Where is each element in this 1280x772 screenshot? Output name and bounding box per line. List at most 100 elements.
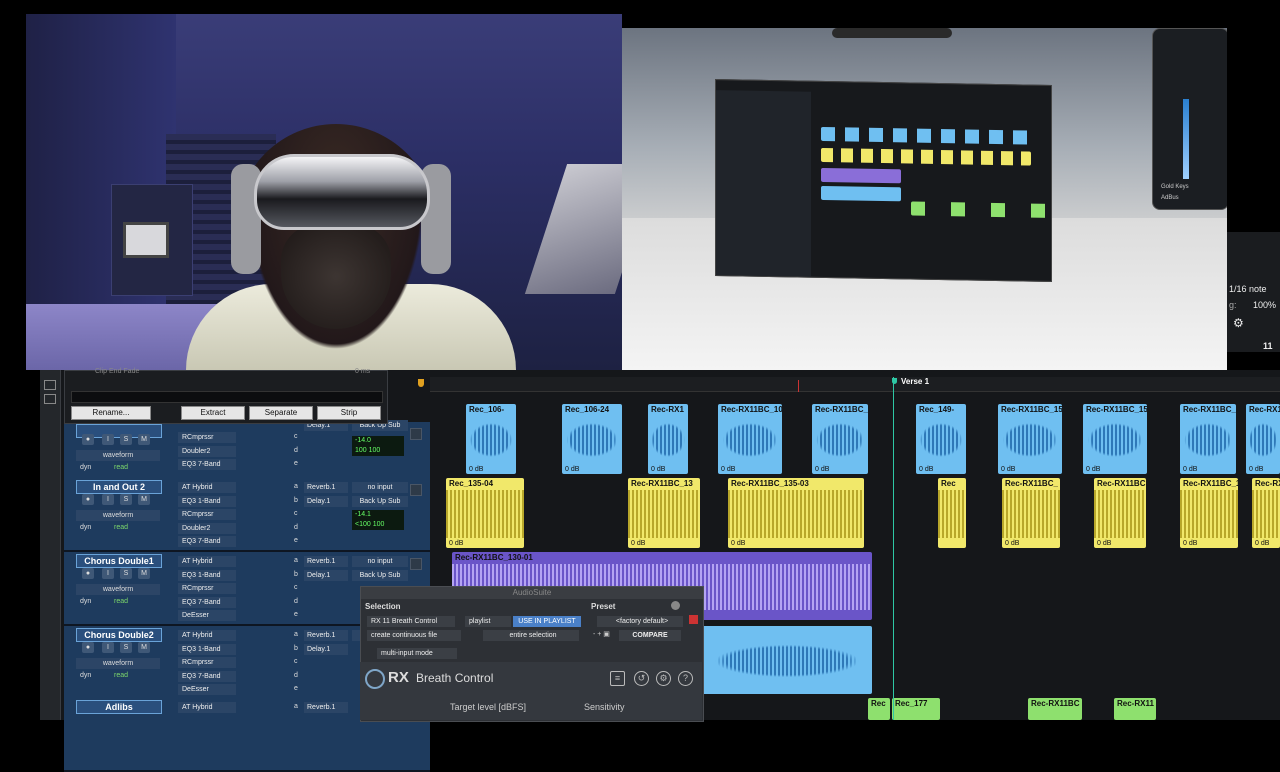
plugin-select[interactable]: RX 11 Breath Control bbox=[367, 616, 455, 627]
insert-slot[interactable]: AT Hybrid bbox=[178, 630, 236, 641]
automation-mode[interactable]: read bbox=[114, 672, 128, 679]
track-icon[interactable] bbox=[410, 484, 422, 496]
grid-value[interactable]: 1/16 note bbox=[1229, 284, 1267, 294]
audio-clip[interactable]: Rec-RX1 0 dB bbox=[1252, 478, 1280, 548]
automation-mode[interactable]: read bbox=[114, 464, 128, 471]
audio-clip[interactable]: Rec-RX11 bbox=[1114, 698, 1156, 720]
volume-display[interactable]: -14.0 100 100 bbox=[352, 436, 404, 456]
track-button-s[interactable]: S bbox=[120, 568, 132, 579]
audio-clip[interactable]: Rec_106- 0 dB bbox=[466, 404, 516, 474]
audio-clip[interactable]: Rec-RX11BC_1 0 dB bbox=[1180, 404, 1236, 474]
track-view-select[interactable]: waveform bbox=[76, 658, 160, 669]
insert-slot[interactable]: EQ3 7-Band bbox=[178, 596, 236, 608]
track-button-m[interactable]: M bbox=[138, 642, 150, 653]
track-view-select[interactable]: waveform bbox=[76, 584, 160, 595]
stop-icon[interactable] bbox=[689, 615, 698, 624]
gear-icon[interactable]: ⚙ bbox=[1233, 316, 1244, 330]
track-icon[interactable] bbox=[410, 558, 422, 570]
insert-slot[interactable]: EQ3 7-Band bbox=[178, 670, 236, 682]
record-button[interactable]: ● bbox=[82, 568, 94, 579]
track-button-s[interactable]: S bbox=[120, 434, 132, 445]
audio-clip[interactable]: Rec-RX11BC_15 0 dB bbox=[998, 404, 1062, 474]
audio-clip[interactable] bbox=[702, 626, 872, 694]
track-button-s[interactable]: S bbox=[120, 642, 132, 653]
gear-icon[interactable]: ⚙ bbox=[656, 671, 671, 686]
help-icon[interactable]: ? bbox=[678, 671, 693, 686]
audio-clip[interactable]: Rec_106-24 0 dB bbox=[562, 404, 622, 474]
audio-clip[interactable]: Rec-RX11BC 0 dB bbox=[1094, 478, 1146, 548]
record-button[interactable]: ● bbox=[82, 434, 94, 445]
extract-button[interactable]: Extract bbox=[181, 406, 245, 420]
audiosuite-title[interactable]: AudioSuite bbox=[361, 587, 703, 599]
history-icon[interactable]: ↺ bbox=[634, 671, 649, 686]
list-icon[interactable]: ≡ bbox=[610, 671, 625, 686]
automation-mode[interactable]: read bbox=[114, 598, 128, 605]
audio-clip[interactable]: Rec_177 bbox=[892, 698, 940, 720]
insert-slot[interactable]: AT Hybrid bbox=[178, 482, 236, 493]
send-slot[interactable]: Delay.1 bbox=[304, 496, 348, 507]
audio-clip[interactable]: Rec-RX11BC_15 0 dB bbox=[1083, 404, 1147, 474]
rename-button[interactable]: Rename... bbox=[71, 406, 151, 420]
track-name[interactable]: In and Out 2 bbox=[76, 480, 162, 494]
timeline-ruler[interactable]: Verse 1 bbox=[418, 377, 1280, 392]
insert-slot[interactable]: RCmprssr bbox=[178, 432, 236, 443]
insert-slot[interactable]: RCmprssr bbox=[178, 657, 236, 668]
track-button-i[interactable]: I bbox=[102, 494, 114, 505]
clip-name-field[interactable] bbox=[71, 391, 383, 403]
send-slot[interactable]: Reverb.1 bbox=[304, 630, 348, 641]
insert-slot[interactable]: EQ3 1-Band bbox=[178, 495, 236, 507]
send-slot[interactable]: Reverb.1 bbox=[304, 482, 348, 493]
send-slot[interactable]: Reverb.1 bbox=[304, 702, 348, 713]
audio-clip[interactable]: Rec-RX11BC_ 0 dB bbox=[1002, 478, 1060, 548]
strip-button[interactable]: Strip bbox=[317, 406, 381, 420]
audio-clip[interactable]: Rec-RX11BC_10 0 dB bbox=[718, 404, 782, 474]
scope-select[interactable]: entire selection bbox=[483, 630, 579, 641]
preset-controls-icon[interactable]: - + ▣ bbox=[593, 630, 615, 641]
insert-slot[interactable]: DeEsser bbox=[178, 684, 236, 695]
preset-select[interactable]: <factory default> bbox=[597, 616, 683, 627]
audio-clip[interactable]: Rec-RX11BC_ 0 dB bbox=[812, 404, 868, 474]
track-name[interactable]: Chorus Double2 bbox=[76, 628, 162, 642]
insert-slot[interactable]: AT Hybrid bbox=[178, 556, 236, 567]
close-icon[interactable] bbox=[671, 601, 680, 610]
send-slot[interactable]: Delay.1 bbox=[304, 570, 348, 581]
use-in-playlist-button[interactable]: USE IN PLAYLIST bbox=[513, 616, 581, 627]
audio-clip[interactable]: Rec-RX11BC_1 0 dB bbox=[1180, 478, 1238, 548]
insert-slot[interactable]: AT Hybrid bbox=[178, 702, 236, 713]
separate-button[interactable]: Separate bbox=[249, 406, 313, 420]
process-mode-select[interactable]: create continuous file bbox=[367, 630, 461, 641]
insert-slot[interactable]: EQ3 1-Band bbox=[178, 569, 236, 581]
insert-slot[interactable]: DeEsser bbox=[178, 610, 236, 621]
playlist-select[interactable]: playlist bbox=[465, 616, 511, 627]
insert-slot[interactable]: EQ3 1-Band bbox=[178, 643, 236, 655]
audio-clip[interactable]: Rec-RX11BC_135-03 0 dB bbox=[728, 478, 864, 548]
audio-clip[interactable]: Rec bbox=[938, 478, 966, 548]
track-button-m[interactable]: M bbox=[138, 568, 150, 579]
insert-slot[interactable]: EQ3 7-Band bbox=[178, 536, 236, 547]
insert-slot[interactable]: EQ3 7-Band bbox=[178, 459, 236, 470]
playhead-cursor[interactable] bbox=[893, 377, 894, 720]
io-select[interactable]: Back Up Sub bbox=[352, 496, 408, 507]
io-select[interactable]: Back Up Sub bbox=[352, 570, 408, 581]
track-button-m[interactable]: M bbox=[138, 434, 150, 445]
record-button[interactable]: ● bbox=[82, 494, 94, 505]
insert-slot[interactable]: Doubler2 bbox=[178, 445, 236, 457]
send-slot[interactable]: Delay.1 bbox=[304, 644, 348, 655]
volume-display[interactable]: -14.1 <100 100 bbox=[352, 510, 404, 530]
insert-slot[interactable]: RCmprssr bbox=[178, 509, 236, 520]
edit-cursor[interactable] bbox=[798, 380, 799, 392]
audio-clip[interactable]: Rec-RX1 0 dB bbox=[648, 404, 688, 474]
automation-mode[interactable]: read bbox=[114, 524, 128, 531]
track-name[interactable]: Adlibs bbox=[76, 700, 162, 714]
marker-verse-1[interactable]: Verse 1 bbox=[892, 377, 929, 386]
audio-clip[interactable]: Rec-RX1 0 dB bbox=[1246, 404, 1280, 474]
track-view-select[interactable]: waveform bbox=[76, 510, 160, 521]
track-button-i[interactable]: I bbox=[102, 568, 114, 579]
io-select[interactable]: no input bbox=[352, 482, 408, 493]
memory-location-icon[interactable] bbox=[418, 379, 424, 387]
list-icon[interactable] bbox=[44, 394, 56, 404]
track-name[interactable]: Chorus Double1 bbox=[76, 554, 162, 568]
track[interactable]: In and Out 2 ● I S Mwaveform dyn read AT Hybrid… bbox=[64, 478, 430, 552]
audio-clip[interactable]: Rec_135-04 0 dB bbox=[446, 478, 524, 548]
track-button-i[interactable]: I bbox=[102, 434, 114, 445]
